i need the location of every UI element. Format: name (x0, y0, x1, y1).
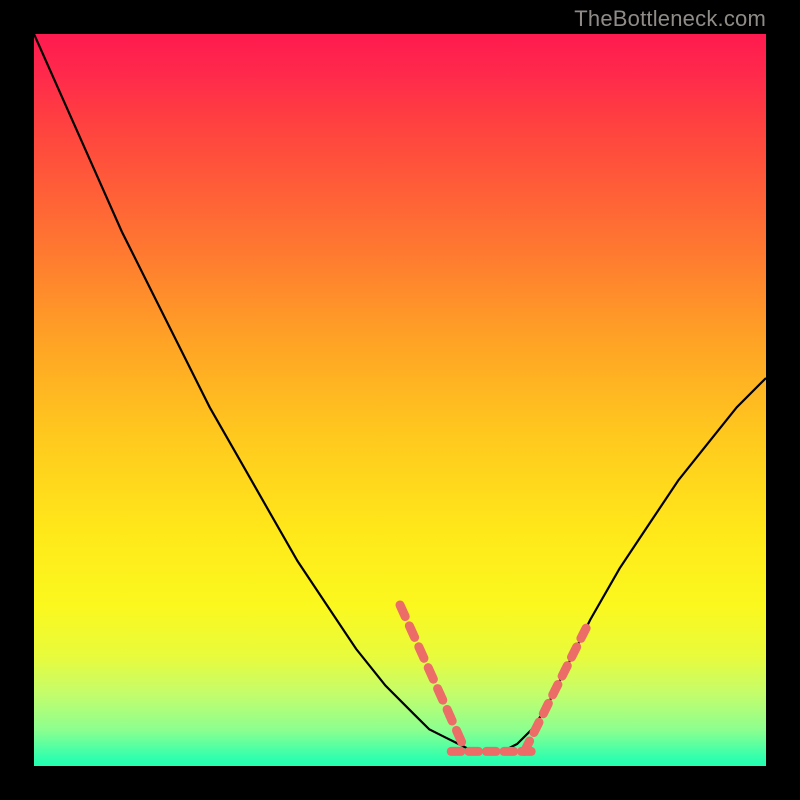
curve-line (34, 34, 766, 751)
dotted-segment-left (400, 605, 462, 742)
dotted-segment-right (524, 628, 586, 751)
plot-area (34, 34, 766, 766)
bottleneck-curve (34, 34, 766, 766)
chart-frame: TheBottleneck.com (0, 0, 800, 800)
attribution-label: TheBottleneck.com (574, 6, 766, 32)
